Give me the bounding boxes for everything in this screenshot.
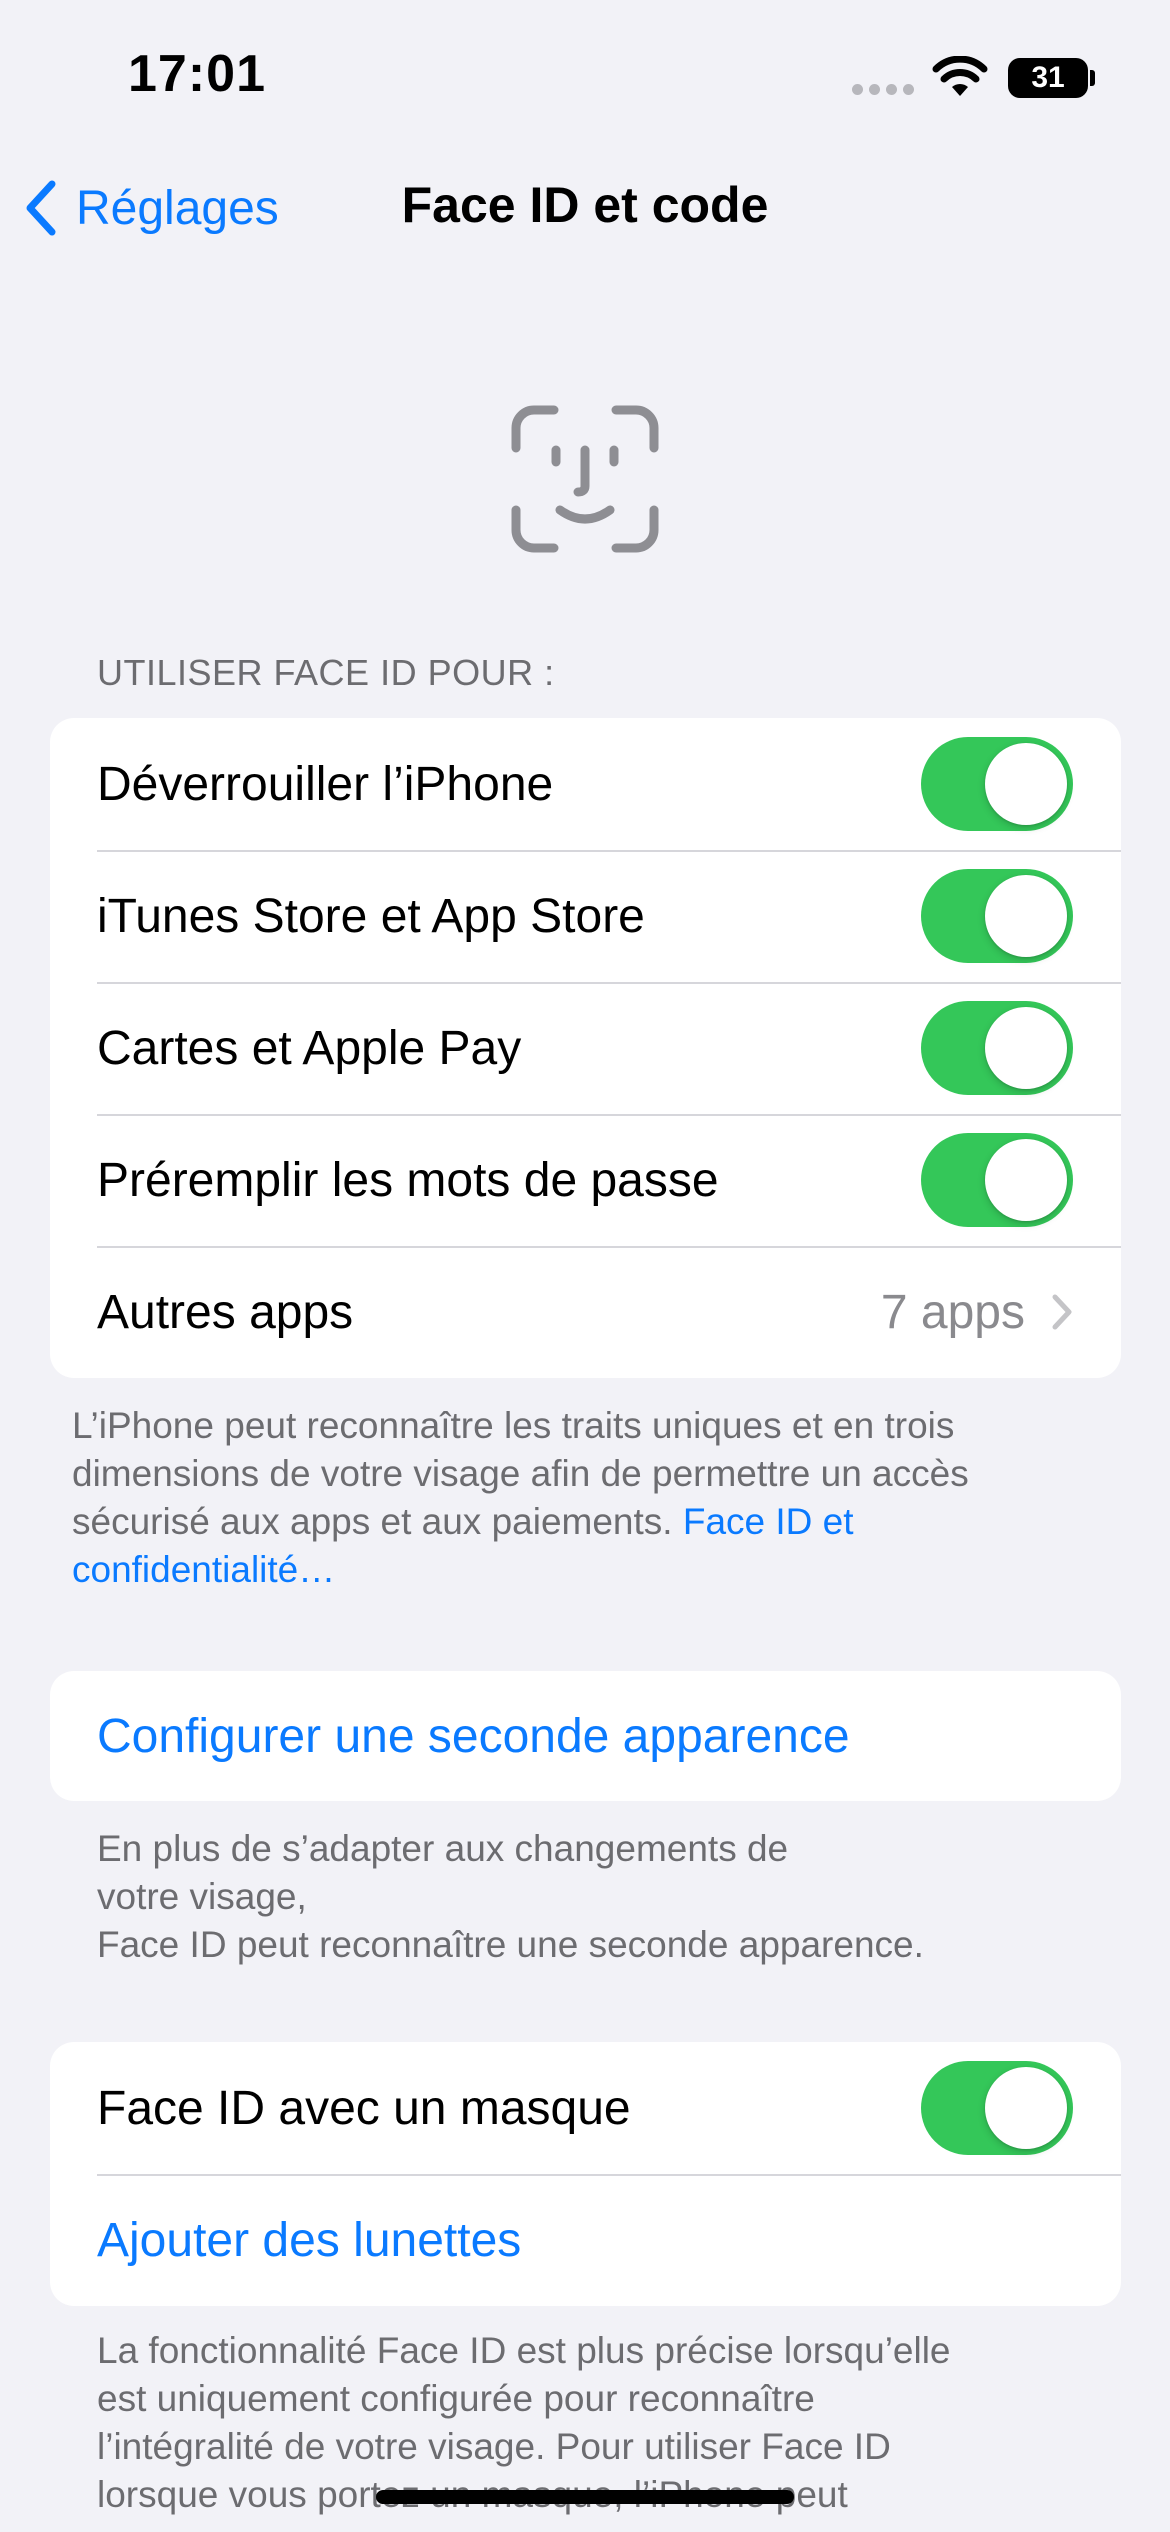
face-id-settings-screen: 17:01 31 Réglages Face ID et code UTILIS…	[0, 0, 1170, 2532]
password-autofill-row: Préremplir les mots de passe	[50, 1114, 1121, 1246]
itunes-app-store-row: iTunes Store et App Store	[50, 850, 1121, 982]
face-id-mask-row: Face ID avec un masque	[50, 2042, 1121, 2174]
other-apps-label: Autres apps	[97, 1285, 354, 1339]
other-apps-count: 7 apps	[880, 1285, 1025, 1339]
mask-description-line: La fonctionnalité Face ID est plus préci…	[97, 2330, 951, 2371]
unlock-iphone-row: Déverrouiller l’iPhone	[50, 718, 1121, 850]
toggle-knob	[985, 2067, 1067, 2149]
mask-description-line: l’intégralité de votre visage. Pour util…	[97, 2426, 891, 2467]
use-face-id-header: UTILISER FACE ID POUR :	[97, 652, 555, 693]
battery-level: 31	[1031, 61, 1065, 94]
face-id-description-line: L’iPhone peut reconnaître les traits uni…	[72, 1405, 955, 1446]
privacy-link[interactable]: Face ID et	[683, 1501, 854, 1542]
toggle-knob	[985, 1139, 1067, 1221]
toggle-knob	[985, 743, 1067, 825]
use-face-id-group: Déverrouiller l’iPhone iTunes Store et A…	[50, 718, 1121, 1378]
battery-icon: 31	[1008, 58, 1088, 98]
battery-tip	[1090, 70, 1095, 86]
wallet-apple-pay-label: Cartes et Apple Pay	[97, 1021, 522, 1075]
set-up-alternate-appearance-button[interactable]: Configurer une seconde apparence	[50, 1671, 1121, 1801]
status-time: 17:01	[128, 45, 266, 103]
face-id-mask-toggle[interactable]	[921, 2061, 1073, 2155]
unlock-iphone-label: Déverrouiller l’iPhone	[97, 757, 554, 811]
alternate-appearance-description-line: Face ID peut reconnaître une seconde app…	[97, 1924, 924, 1965]
signal-dots-icon	[852, 84, 916, 96]
face-id-mask-group: Face ID avec un masque Ajouter des lunet…	[50, 2042, 1121, 2306]
password-autofill-toggle[interactable]	[921, 1133, 1073, 1227]
chevron-right-icon	[1052, 1294, 1072, 1330]
home-indicator[interactable]	[376, 2490, 794, 2504]
face-id-description: L’iPhone peut reconnaître les traits uni…	[72, 1402, 969, 1594]
face-id-description-line: dimensions de votre visage afin de perme…	[72, 1453, 969, 1494]
password-autofill-label: Préremplir les mots de passe	[97, 1153, 719, 1207]
toggle-knob	[985, 1007, 1067, 1089]
toggle-knob	[985, 875, 1067, 957]
status-bar: 17:01 31	[0, 0, 1170, 160]
face-id-icon	[511, 405, 659, 553]
add-glasses-button[interactable]: Ajouter des lunettes	[50, 2174, 1121, 2306]
wallet-apple-pay-row: Cartes et Apple Pay	[50, 982, 1121, 1114]
wallet-apple-pay-toggle[interactable]	[921, 1001, 1073, 1095]
mask-description-line: est uniquement configurée pour reconnaît…	[97, 2378, 815, 2419]
set-up-alternate-appearance-label: Configurer une seconde apparence	[97, 1709, 850, 1763]
alternate-appearance-group: Configurer une seconde apparence	[50, 1671, 1121, 1801]
page-title: Face ID et code	[401, 177, 769, 233]
face-id-description-line: sécurisé aux apps et aux paiements. Face…	[72, 1498, 969, 1546]
face-id-description-text: sécurisé aux apps et aux paiements.	[72, 1501, 673, 1542]
alternate-appearance-description-line: votre visage,	[97, 1876, 307, 1917]
itunes-app-store-toggle[interactable]	[921, 869, 1073, 963]
face-id-mask-label: Face ID avec un masque	[97, 2081, 631, 2135]
alternate-appearance-description-line: En plus de s’adapter aux changements de	[97, 1828, 789, 1869]
itunes-app-store-label: iTunes Store et App Store	[97, 889, 645, 943]
add-glasses-label: Ajouter des lunettes	[97, 2213, 522, 2267]
wifi-icon	[932, 56, 988, 96]
alternate-appearance-description: En plus de s’adapter aux changements de …	[97, 1825, 924, 1969]
unlock-iphone-toggle[interactable]	[921, 737, 1073, 831]
other-apps-row[interactable]: Autres apps 7 apps	[50, 1246, 1121, 1378]
privacy-link-continued[interactable]: confidentialité…	[72, 1546, 969, 1594]
